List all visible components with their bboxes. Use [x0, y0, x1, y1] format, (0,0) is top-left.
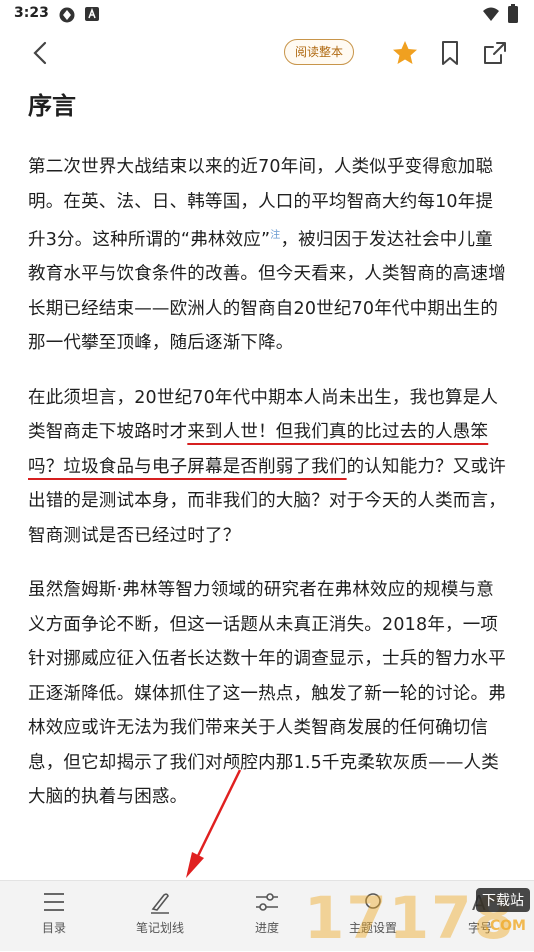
reader-bottom-bar: 目录 笔记划线 进度 主题设置 A 字号	[0, 880, 534, 951]
reader-top-bar: 阅读整本	[0, 30, 534, 76]
star-icon[interactable]	[390, 38, 420, 68]
status-bar: 3:23	[0, 0, 534, 30]
paragraph-2: 在此须坦言，20世纪70年代中期本人尚未出生，我也算是人类智商走下坡路时才来到人…	[28, 381, 508, 554]
font-icon: A	[472, 891, 486, 915]
notes-button[interactable]: 笔记划线	[120, 889, 200, 936]
pen-icon	[151, 893, 169, 914]
paragraph-1: 第二次世界大战结束以来的近70年间，人类似乎变得愈加聪明。在英、法、日、韩等国，…	[28, 150, 508, 361]
battery-icon	[508, 4, 518, 23]
svg-text:A: A	[472, 891, 486, 915]
font-size-button[interactable]: A 字号	[440, 889, 520, 936]
toc-button[interactable]: 目录	[14, 889, 94, 936]
vpn-icon	[59, 7, 75, 23]
toc-label: 目录	[41, 921, 66, 935]
read-all-button[interactable]: 阅读整本	[284, 39, 355, 65]
share-icon[interactable]	[480, 38, 510, 68]
list-icon	[44, 893, 64, 911]
slider-icon	[256, 893, 278, 911]
progress-button[interactable]: 进度	[227, 889, 307, 936]
app-notification-icon	[85, 7, 99, 21]
theme-button[interactable]: 主题设置	[333, 889, 413, 936]
wifi-icon	[483, 7, 499, 21]
progress-label: 进度	[254, 921, 279, 935]
page-title: 序言	[28, 92, 76, 120]
theme-label: 主题设置	[348, 921, 397, 935]
bookmark-icon[interactable]	[435, 38, 465, 68]
article-content: 序言 第二次世界大战结束以来的近70年间，人类似乎变得愈加聪明。在英、法、日、韩…	[28, 88, 508, 835]
footnote-marker[interactable]: 注	[270, 230, 280, 241]
status-time: 3:23	[14, 5, 49, 21]
theme-icon	[365, 893, 381, 909]
font-size-label: 字号	[467, 921, 492, 935]
notes-label: 笔记划线	[135, 921, 184, 935]
paragraph-3-text: 虽然詹姆斯·弗林等智力领域的研究者在弗林效应的规模与意义方面争论不断，但这一话题…	[28, 580, 506, 808]
back-icon[interactable]	[26, 38, 56, 68]
paragraph-3: 虽然詹姆斯·弗林等智力领域的研究者在弗林效应的规模与意义方面争论不断，但这一话题…	[28, 573, 508, 815]
